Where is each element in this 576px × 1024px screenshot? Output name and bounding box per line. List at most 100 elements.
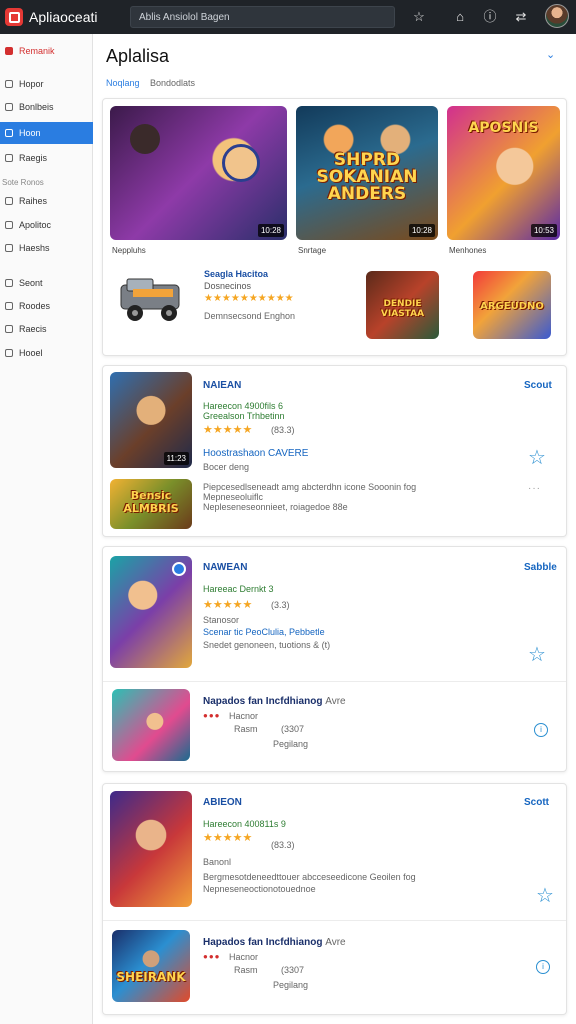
favorite-star-icon[interactable]: ☆ (536, 886, 554, 906)
bookmark-icon[interactable]: ☆ (410, 8, 428, 26)
game-description: Snedet genoneen, tuotions & (t) (203, 640, 331, 650)
game-title[interactable]: NAIEAN (203, 380, 241, 391)
sidebar: Remanik Hopor Bonlbeis Hoon Raegis Sote … (0, 34, 93, 1024)
page-title: Aplalisa (106, 46, 170, 66)
gear-icon (5, 221, 13, 229)
duration-badge: 10:53 (530, 224, 557, 237)
sidebar-item-hooel[interactable]: Hooel (0, 342, 93, 364)
game-list-card: 11:23 NAIEAN Scout Hareecon 4900fils 6 G… (102, 365, 567, 537)
chevron-down-icon[interactable]: ⌄ (546, 48, 555, 61)
sidebar-item-bonlbeis[interactable]: Bonlbeis (0, 96, 93, 118)
scout-link[interactable]: Scout (524, 380, 552, 391)
game-description: Piepcesedlseneadt amg abcterdhn icone So… (203, 482, 417, 492)
sidebar-item-apolitoc[interactable]: Apolitoc (0, 214, 93, 236)
game-thumbnail[interactable] (110, 556, 192, 668)
game-title[interactable]: Hapados fan Incfdhianog Avre (203, 937, 346, 948)
info-icon[interactable]: ⓘ (481, 8, 499, 26)
banner-caption: Neppluhs (112, 246, 146, 255)
subscribe-link[interactable]: Sabble (524, 562, 557, 573)
rating-label: Rasm (234, 724, 258, 734)
main-content: Aplalisa ⌄ Noqlang Bondodlats 10:28 SHPR… (93, 34, 576, 1024)
game-title[interactable]: NAWEAN (203, 562, 247, 573)
status-dots: ●●● (203, 952, 221, 961)
sidebar-item-label: Roodes (19, 301, 51, 311)
duration-badge: 10:28 (408, 224, 435, 237)
rating-count: (83.3) (271, 425, 295, 435)
rating-count: (3307 (281, 965, 305, 975)
avatar[interactable] (545, 4, 569, 28)
game-thumbnail[interactable]: SHEIRANK (112, 930, 190, 1002)
share-icon[interactable]: ⇄ (512, 8, 530, 26)
duration-badge: 11:23 (163, 452, 189, 465)
info-icon[interactable]: i (534, 723, 548, 737)
app-name: Apliaoceati (29, 9, 98, 25)
rating-count: (3307 (281, 724, 305, 734)
info-icon[interactable]: i (536, 960, 550, 974)
game-link[interactable]: Scenar tic PeoClulia, Pebbetle (203, 627, 325, 637)
more-options-icon[interactable]: ··· (528, 483, 541, 494)
game-title[interactable]: Napados fan Incfdhianog Avre (203, 696, 346, 707)
rating-count: (83.3) (271, 840, 295, 850)
scott-link[interactable]: Scott (524, 797, 549, 808)
app-logo-icon[interactable] (5, 8, 23, 26)
search-input[interactable]: Ablis Ansiolol Bagen (130, 6, 395, 28)
game-thumbnail[interactable]: Bensic ALMBRIS (110, 479, 192, 529)
game-thumbnail[interactable] (112, 689, 190, 761)
banner-title-art: SHPRD SOKANIAN ANDERS (316, 150, 418, 204)
grid-icon (5, 129, 13, 137)
home-icon (5, 80, 13, 88)
sidebar-item-roodes[interactable]: Roodes (0, 295, 93, 317)
thumbnail[interactable]: ARGEUDNO (473, 271, 551, 339)
monitor-icon (5, 349, 13, 357)
promo-subtitle: Dosnecinos (204, 281, 252, 291)
rating-stars: ★★★★★ (203, 599, 253, 611)
home-icon[interactable]: ⌂ (451, 8, 469, 26)
thumbnail[interactable]: DENDIE VIASTAA (366, 271, 439, 339)
star-icon (5, 197, 13, 205)
game-subtitle: Hacnor (229, 711, 259, 721)
clock-icon (5, 244, 13, 252)
sidebar-item-label: Hopor (19, 79, 44, 89)
game-list-card: ABIEON Scott Hareecon 400811s 9 ★★★★★ (8… (102, 783, 567, 1015)
banner-art[interactable]: SHPRD SOKANIAN ANDERS 10:28 (296, 106, 438, 240)
developer-line: Hareecon 4900fils 6 (203, 401, 284, 411)
promo-title[interactable]: Seagla Hacitoa (204, 269, 268, 279)
promo-description: Demnsecsond Enghon (204, 311, 296, 321)
rating-label: Rasm (234, 965, 258, 975)
sidebar-item-seont[interactable]: Seont (0, 272, 93, 294)
sidebar-item-raecis[interactable]: Raecis (0, 318, 93, 340)
sidebar-item-label: Haeshs (19, 243, 50, 253)
thumbnail-title-art: ARGEUDNO (480, 301, 544, 312)
game-thumbnail[interactable]: 11:23 (110, 372, 192, 468)
sidebar-item-label: Bonlbeis (19, 102, 54, 112)
gear-icon (5, 103, 13, 111)
tab-noqlang[interactable]: Noqlang (106, 78, 140, 88)
sidebar-item-hopor[interactable]: Hopor (0, 73, 93, 95)
banner-caption: Snrtage (298, 246, 327, 255)
banner-art[interactable]: 10:28 (110, 106, 287, 240)
truck-image[interactable] (113, 271, 193, 331)
duration-badge: 10:28 (257, 224, 284, 237)
favorite-star-icon[interactable]: ☆ (528, 448, 546, 468)
sidebar-item-raihes[interactable]: Raihes (0, 190, 93, 212)
thumbnail-title-art: SHEIRANK (116, 970, 186, 984)
sidebar-item-hoon[interactable]: Hoon (0, 122, 93, 144)
sidebar-item-remanik[interactable]: Remanik (0, 40, 93, 62)
banner-art[interactable]: APOSNIS 10:53 (447, 106, 560, 240)
favorite-star-icon[interactable]: ☆ (528, 645, 546, 665)
game-thumbnail[interactable] (110, 791, 192, 907)
game-description: Nepneseneoctionotouednoe (203, 884, 316, 894)
game-title[interactable]: ABIEON (203, 797, 242, 808)
game-title-text: Napados fan Incfdhianog (203, 696, 323, 707)
sidebar-item-haeshs[interactable]: Haeshs (0, 237, 93, 259)
game-title-suffix: Avre (325, 937, 346, 948)
tab-bondodlats[interactable]: Bondodlats (150, 78, 195, 88)
game-subtitle: Banonl (203, 857, 232, 867)
featured-card: 10:28 SHPRD SOKANIAN ANDERS 10:28 APOSNI… (102, 98, 567, 356)
game-title-suffix: Avre (325, 696, 346, 707)
sidebar-item-label: Hooel (19, 348, 43, 358)
sidebar-item-raegis[interactable]: Raegis (0, 147, 93, 169)
game-link[interactable]: Hoostrashaon CAVERE (203, 448, 308, 459)
developer-line: Hareeac Dernkt 3 (203, 584, 274, 594)
document-icon (5, 325, 13, 333)
